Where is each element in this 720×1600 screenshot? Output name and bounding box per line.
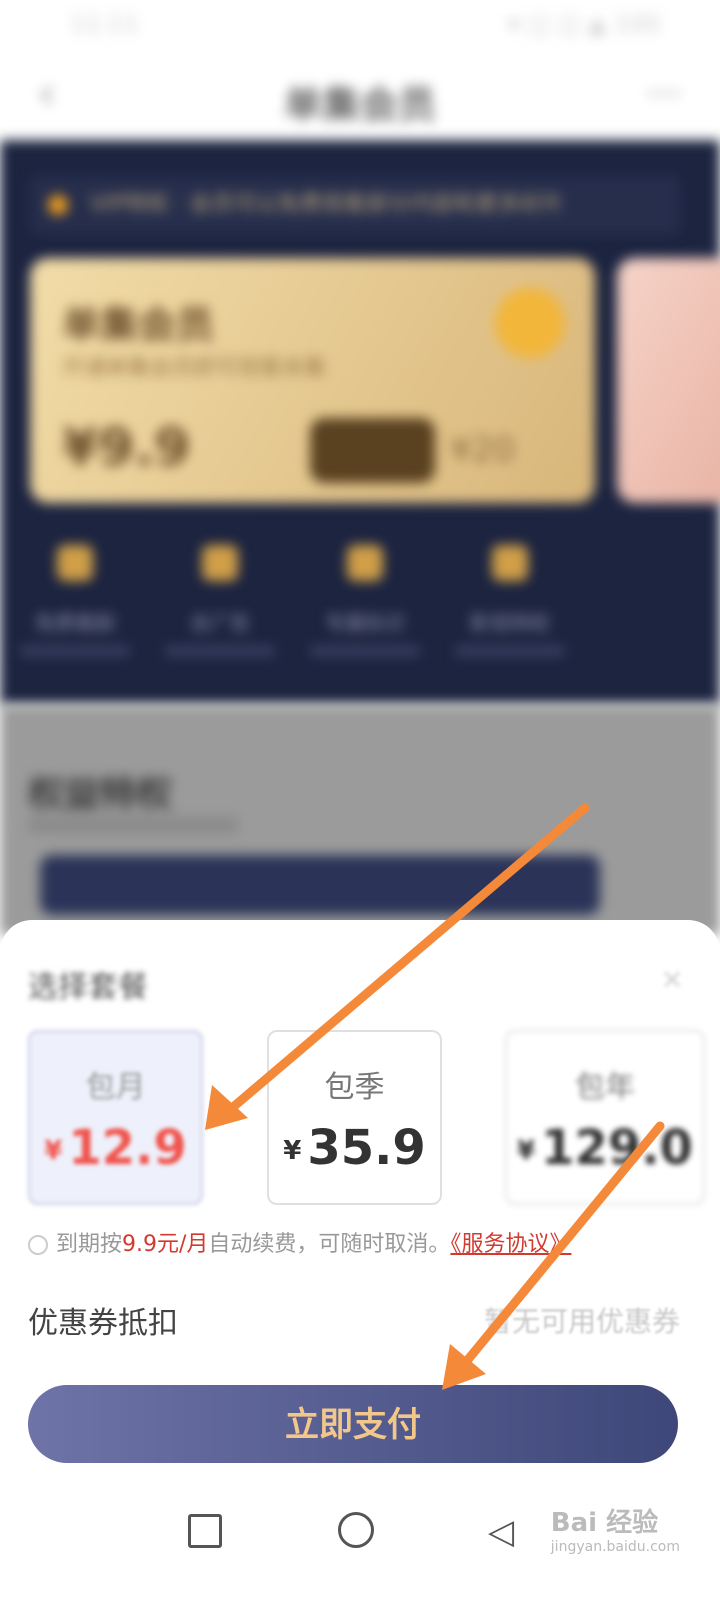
perk-label: 去广告	[190, 611, 250, 635]
page-title: 单集会员	[283, 83, 436, 127]
notice-bar: VIP特权 · 会员可以免费观看部分内容和更多好片	[30, 175, 680, 235]
vip-card-name: 单集会员	[62, 303, 215, 347]
vip-card-price: ¥9.9	[62, 418, 191, 478]
plan-price-wrap: ¥12.9	[30, 1120, 201, 1176]
service-agreement-link[interactable]: 《服务协议》	[450, 1232, 571, 1257]
status-time: 11:11	[70, 10, 140, 38]
vip-card[interactable]: 单集会员 开通单集会员即可观看本集 ¥9.9 ¥20	[30, 258, 595, 503]
perk-item: 影视特权	[455, 545, 565, 656]
vip-card-original-price: ¥20	[450, 430, 515, 470]
dimmed-section: 权益特权	[0, 705, 720, 935]
plan-name: 包月	[85, 1070, 146, 1105]
perk-item: 去广告	[165, 545, 275, 656]
perk-icon	[202, 545, 238, 581]
plan-quarterly[interactable]: 包季 ¥35.9	[267, 1030, 442, 1205]
section-banner	[40, 855, 600, 915]
perk-icon	[347, 545, 383, 581]
secondary-card[interactable]	[617, 258, 720, 503]
back-nav-icon[interactable]: ◁	[488, 1512, 514, 1552]
perk-subline	[165, 646, 275, 656]
plan-price-wrap: ¥129.0	[507, 1120, 703, 1176]
status-bar: 11:11 ▾ ◫ ◫ ▲ 100	[0, 0, 720, 50]
notice-text: VIP特权 · 会员可以免费观看部分内容和更多好片	[90, 192, 564, 217]
renew-suffix: 自动续费，可随时取消。	[208, 1232, 451, 1257]
perk-item: 专属标识	[310, 545, 420, 656]
auto-renew-notice: 到期按9.9元/月自动续费，可随时取消。《服务协议》	[28, 1226, 571, 1258]
plan-price: 35.9	[307, 1120, 426, 1176]
perk-icon	[492, 545, 528, 581]
watermark-brand: Bai 经验	[550, 1508, 659, 1538]
plan-price-wrap: ¥35.9	[269, 1120, 440, 1176]
perk-label: 免费看剧	[35, 611, 115, 635]
plan-currency: ¥	[283, 1136, 302, 1166]
plan-price: 129.0	[541, 1120, 693, 1176]
renew-price: 9.9元/月	[122, 1232, 209, 1257]
perk-item: 免费看剧	[20, 545, 130, 656]
plan-monthly[interactable]: 包月 ¥12.9	[28, 1030, 203, 1205]
coin-icon	[495, 288, 565, 358]
status-icons: ▾ ◫ ◫ ▲ 100	[507, 10, 660, 38]
section-subtitle	[28, 817, 238, 833]
watermark-logo: Bai 经验 jingyan.baidu.com	[551, 1502, 680, 1555]
plan-name: 包年	[575, 1070, 635, 1105]
notice-icon	[48, 195, 68, 215]
perk-subline	[20, 646, 130, 656]
home-icon[interactable]	[338, 1512, 374, 1548]
close-icon[interactable]: ×	[661, 962, 684, 995]
coupon-selector[interactable]: 暂无可用优惠券	[484, 1300, 680, 1340]
watermark-url: jingyan.baidu.com	[550, 1539, 680, 1555]
sheet-title: 选择套餐	[28, 970, 148, 1005]
plan-currency: ¥	[44, 1136, 63, 1166]
recent-apps-icon[interactable]	[188, 1514, 222, 1548]
perk-icon	[57, 545, 93, 581]
top-nav: ‹ 单集会员 ···	[0, 50, 720, 140]
perk-label: 影视特权	[470, 611, 550, 635]
plan-yearly[interactable]: 包年 ¥129.0	[505, 1030, 705, 1205]
plan-currency: ¥	[517, 1136, 536, 1166]
vip-card-badge	[310, 418, 435, 483]
section-title: 权益特权	[28, 774, 173, 815]
plan-price: 12.9	[68, 1120, 187, 1176]
agree-radio[interactable]	[28, 1235, 48, 1255]
pay-now-button[interactable]: 立即支付	[28, 1385, 678, 1463]
plan-name: 包季	[324, 1070, 385, 1105]
renew-prefix: 到期按	[56, 1232, 123, 1257]
perk-row: 免费看剧 去广告 专属标识 影视特权	[20, 545, 700, 685]
perk-subline	[455, 646, 565, 656]
vip-card-subtitle: 开通单集会员即可观看本集	[62, 356, 327, 381]
coupon-label: 优惠券抵扣	[28, 1306, 178, 1341]
perk-label: 专属标识	[325, 611, 405, 635]
more-icon[interactable]: ···	[646, 72, 682, 116]
perk-subline	[310, 646, 420, 656]
